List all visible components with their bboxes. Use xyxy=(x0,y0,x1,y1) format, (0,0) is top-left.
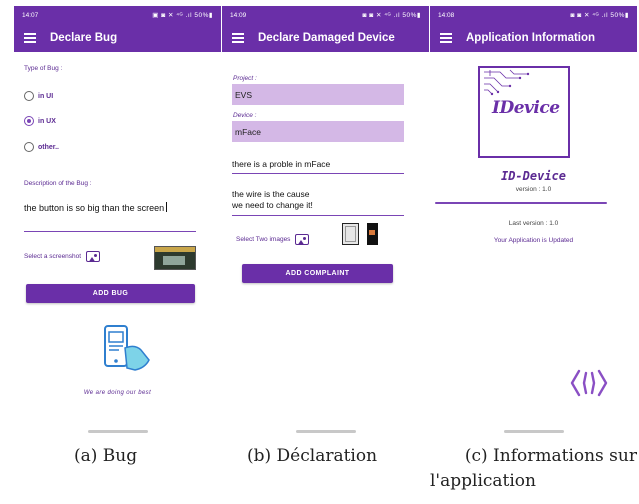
status-time: 14:08 xyxy=(438,11,455,19)
app-bar: Declare Damaged Device xyxy=(222,24,429,52)
declare-damaged-device-screen: 14:09 ◙ ◙ ✕ ⁴ᴳ .ıl 50%▮ Declare Damaged … xyxy=(222,6,429,438)
add-complaint-button[interactable]: ADD COMPLAINT xyxy=(242,264,393,283)
radio-label: in UX xyxy=(38,117,56,125)
select-screenshot-label: Select a screenshot xyxy=(24,253,82,260)
app-logo: IDevice xyxy=(478,66,570,158)
image-picker-icon[interactable] xyxy=(86,251,101,262)
page-title: Application Information xyxy=(466,32,596,44)
code-brackets-icon[interactable] xyxy=(569,368,609,398)
caption-c-line-1: (c) Informations sur xyxy=(464,446,637,466)
radio-label: in UI xyxy=(38,92,54,100)
cause-line-1: the wire is the cause xyxy=(232,189,310,199)
radio-option-ui[interactable]: in UI xyxy=(24,91,53,101)
radio-circle[interactable] xyxy=(24,142,34,152)
status-time: 14:09 xyxy=(230,11,247,19)
description-label: Description of the Bug : xyxy=(24,180,92,187)
status-bar: 14:09 ◙ ◙ ✕ ⁴ᴳ .ıl 50%▮ xyxy=(222,6,429,24)
radio-option-ux[interactable]: in UX xyxy=(24,116,56,126)
status-bar: 14:08 ◙ ◙ ✕ ⁴ᴳ .ıl 50%▮ xyxy=(430,6,637,24)
project-label: Project : xyxy=(233,75,257,82)
application-information-screen: 14:08 ◙ ◙ ✕ ⁴ᴳ .ıl 50%▮ Application Info… xyxy=(430,6,637,438)
status-icons: ◙ ◙ ✕ ⁴ᴳ .ıl 50%▮ xyxy=(362,12,421,19)
image-thumbnail-2 xyxy=(367,223,378,245)
cause-line-2: we need to change it! xyxy=(232,200,313,210)
status-icons: ◙ ◙ ✕ ⁴ᴳ .ıl 50%▮ xyxy=(570,12,629,19)
menu-icon[interactable] xyxy=(232,33,244,43)
radio-option-other[interactable]: other.. xyxy=(24,142,59,152)
gesture-nav-bar[interactable] xyxy=(503,430,564,433)
divider xyxy=(435,202,607,204)
declare-bug-screen: 14:07 ▣ ◙ ✕ ⁴ᴳ .ıl 50%▮ Declare Bug Type… xyxy=(14,6,221,438)
select-screenshot-row[interactable]: Select a screenshot xyxy=(24,251,101,262)
image-picker-icon[interactable] xyxy=(295,234,310,245)
radio-circle-selected[interactable] xyxy=(24,116,34,126)
text-cursor xyxy=(166,202,168,212)
update-status: Your Application is Updated xyxy=(493,237,574,244)
select-images-label: Select Two images xyxy=(236,236,291,243)
add-bug-button[interactable]: ADD BUG xyxy=(26,284,195,303)
screenshot-thumbnail xyxy=(154,246,196,270)
description-value: the button is so big than the screen xyxy=(24,203,165,213)
device-label: Device : xyxy=(233,112,257,119)
app-version: version : 1.0 xyxy=(515,186,552,193)
caption-a: (a) Bug xyxy=(74,446,138,466)
caption-c-line-2: l'application xyxy=(430,471,536,491)
select-images-row[interactable]: Select Two images xyxy=(236,234,310,245)
image-thumbnail-1 xyxy=(342,223,359,245)
page-title: Declare Damaged Device xyxy=(258,32,395,44)
logo-text: IDevice xyxy=(492,98,560,118)
gesture-nav-bar[interactable] xyxy=(295,430,356,433)
phone-touch-illustration-icon xyxy=(104,325,150,371)
status-icons: ▣ ◙ ✕ ⁴ᴳ .ıl 50%▮ xyxy=(152,12,213,19)
problem-input[interactable]: there is a proble in mFace xyxy=(232,159,404,174)
app-name: ID-Device xyxy=(500,169,567,183)
menu-icon[interactable] xyxy=(24,33,36,43)
status-time: 14:07 xyxy=(22,11,39,19)
caption-c: (c) Informations sur l'application xyxy=(430,444,637,494)
app-bar: Application Information xyxy=(430,24,637,52)
device-field[interactable]: mFace xyxy=(232,121,404,142)
page-title: Declare Bug xyxy=(50,32,118,44)
bug-type-label: Type of Bug : xyxy=(24,65,63,72)
cause-input[interactable]: the wire is the cause we need to change … xyxy=(232,189,404,216)
tagline: We are doing our best xyxy=(83,390,152,396)
radio-label: other.. xyxy=(38,143,60,151)
description-input[interactable]: the button is so big than the screen xyxy=(24,202,196,232)
radio-circle[interactable] xyxy=(24,91,34,101)
status-bar: 14:07 ▣ ◙ ✕ ⁴ᴳ .ıl 50%▮ xyxy=(14,6,221,24)
gesture-nav-bar[interactable] xyxy=(87,430,148,433)
project-field[interactable]: EVS xyxy=(232,84,404,105)
app-bar: Declare Bug xyxy=(14,24,221,52)
caption-b: (b) Déclaration xyxy=(247,446,378,466)
menu-icon[interactable] xyxy=(440,33,452,43)
last-version: Last version : 1.0 xyxy=(508,220,559,227)
